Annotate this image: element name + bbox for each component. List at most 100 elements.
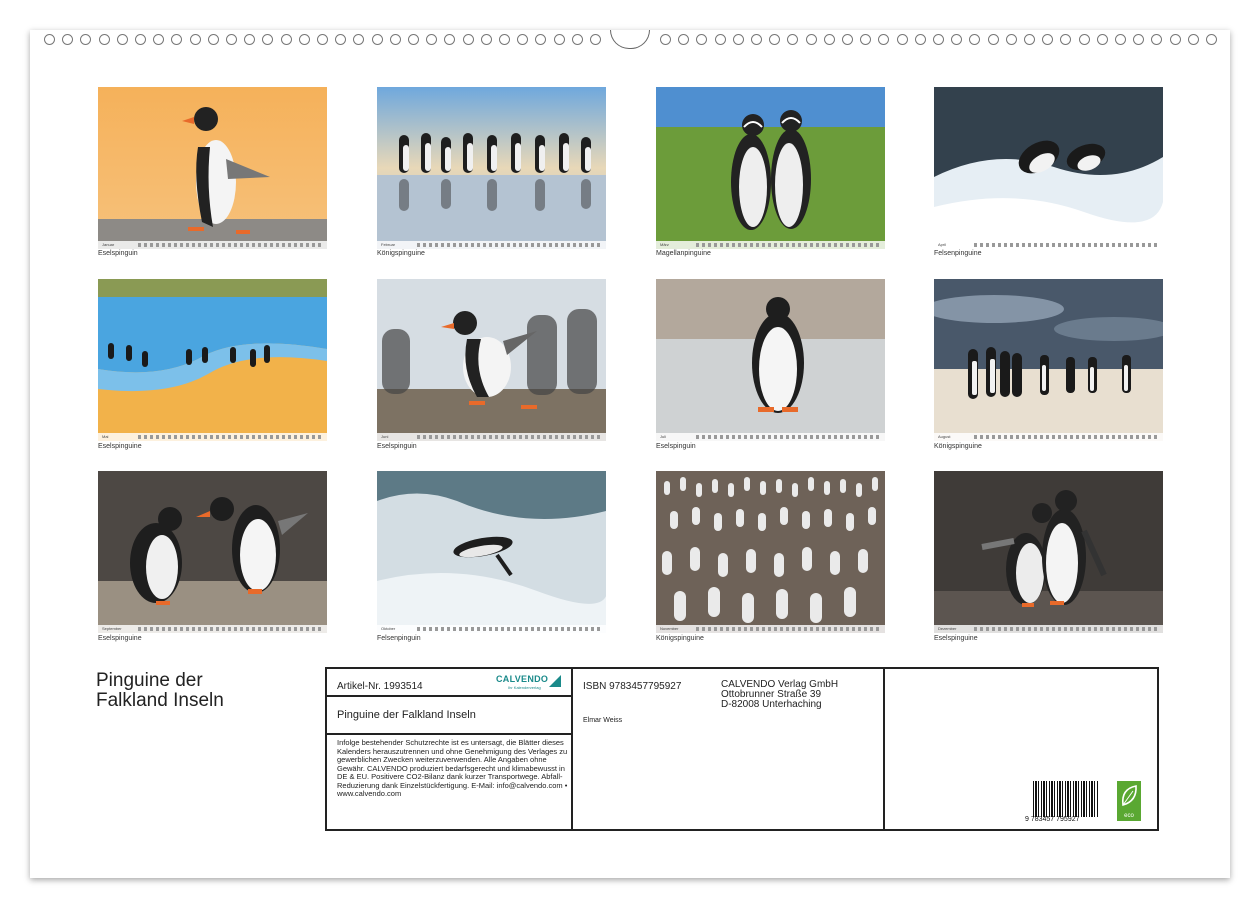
photo-february: Februar: [377, 87, 606, 249]
binding-ring: [389, 34, 401, 45]
binding-ring: [62, 34, 74, 45]
binding-ring: [987, 34, 999, 45]
binding-ring: [116, 34, 128, 45]
barcode: [1033, 781, 1099, 817]
binding-ring: [678, 34, 690, 45]
binding-ring: [1151, 34, 1163, 45]
leaf-icon: [1121, 785, 1137, 807]
binding-ring: [262, 34, 274, 45]
binding-ring: [896, 34, 908, 45]
binding-ring: [135, 34, 146, 45]
photo-january: Januar: [98, 87, 327, 249]
binding-ring: [244, 34, 256, 45]
binding-ring: [660, 34, 671, 45]
binding-ring: [298, 34, 310, 45]
binding-ring: [878, 34, 890, 45]
caption-january: Eselspinguin: [98, 250, 138, 257]
photo-september: September: [98, 471, 327, 633]
eco-badge: eco: [1117, 781, 1141, 821]
binding-ring: [553, 34, 565, 45]
photo-april: April: [934, 87, 1163, 249]
caption-december: Eselspinguine: [934, 635, 978, 642]
month-strip: Dezember: [934, 625, 1163, 633]
caption-april: Felsenpinguine: [934, 250, 982, 257]
caption-february: Königspinguine: [377, 250, 425, 257]
binding-ring: [1042, 34, 1054, 45]
caption-june: Eselspinguin: [377, 443, 417, 450]
binding-ring: [1024, 34, 1035, 45]
month-strip: Mai: [98, 433, 327, 441]
binding-ring: [860, 34, 872, 45]
author: Elmar Weiss: [583, 717, 623, 724]
binding-ring: [535, 34, 547, 45]
binding-ring: [444, 34, 456, 45]
photo-march: März: [656, 87, 885, 249]
caption-may: Eselspinguine: [98, 443, 142, 450]
article-number: Artikel-Nr. 1993514: [337, 681, 423, 692]
binding-ring: [696, 34, 708, 45]
title-line-2: Falkland Inseln: [96, 690, 224, 711]
binding-ring: [1133, 34, 1145, 45]
calvendo-logo-icon: [549, 675, 561, 687]
info-box: Artikel-Nr. 1993514 CALVENDO Ihr Kalende…: [325, 667, 1159, 831]
binding-ring: [499, 34, 510, 45]
month-strip: Juli: [656, 433, 885, 441]
binding-ring: [1005, 34, 1017, 45]
article-row: Artikel-Nr. 1993514 CALVENDO Ihr Kalende…: [327, 669, 571, 697]
info-column-article: Artikel-Nr. 1993514 CALVENDO Ihr Kalende…: [327, 669, 573, 829]
binding-ring: [714, 34, 726, 45]
month-strip: September: [98, 625, 327, 633]
binding-ring: [951, 34, 963, 45]
binding-ring: [226, 34, 237, 45]
binding-ring: [426, 34, 438, 45]
legal-text: Infolge bestehender Schutzrechte ist es …: [337, 738, 568, 798]
legal-row: Infolge bestehender Schutzrechte ist es …: [327, 735, 571, 831]
publisher-city: D-82008 Unterhaching: [721, 699, 822, 710]
binding-ring: [969, 34, 981, 45]
binding-ring: [1096, 34, 1108, 45]
month-strip: März: [656, 241, 885, 249]
binding-ring: [1060, 34, 1072, 45]
title-line-1: Pinguine der: [96, 670, 203, 691]
binding-ring: [933, 34, 944, 45]
binding-ring: [732, 34, 744, 45]
binding-ring: [189, 34, 201, 45]
eco-label: eco: [1124, 813, 1134, 819]
binding-ring: [517, 34, 529, 45]
month-strip: Oktober: [377, 625, 606, 633]
hanger-hook: [610, 30, 650, 49]
binding-ring: [44, 34, 55, 45]
binding-ring: [823, 34, 835, 45]
binding-ring: [769, 34, 781, 45]
photo-october: Oktober: [377, 471, 606, 633]
photo-may: Mai: [98, 279, 327, 441]
caption-march: Magellanpinguine: [656, 250, 711, 257]
binding-ring: [153, 34, 165, 45]
month-strip: August: [934, 433, 1163, 441]
caption-july: Eselspinguin: [656, 443, 696, 450]
info-column-isbn: ISBN 9783457795927 Elmar Weiss CALVENDO …: [573, 669, 885, 829]
caption-august: Königspinguine: [934, 443, 982, 450]
month-strip: November: [656, 625, 885, 633]
binding-ring: [280, 34, 292, 45]
binding-ring: [171, 34, 183, 45]
binding-ring: [462, 34, 474, 45]
binding-ring: [1078, 34, 1090, 45]
binding-ring: [408, 34, 419, 45]
binding-ring: [1169, 34, 1181, 45]
photo-june: Juni: [377, 279, 606, 441]
isbn: ISBN 9783457795927: [583, 681, 682, 692]
binding-ring: [842, 34, 853, 45]
caption-september: Eselspinguine: [98, 635, 142, 642]
binding-ring: [751, 34, 762, 45]
photo-august: August: [934, 279, 1163, 441]
calvendo-logo: CALVENDO: [496, 674, 549, 684]
photo-november: November: [656, 471, 885, 633]
binding-ring: [1206, 34, 1217, 45]
calvendo-tagline: Ihr Kalenderverlag: [508, 685, 541, 690]
binding-ring: [787, 34, 799, 45]
binding-ring: [353, 34, 365, 45]
month-strip: Januar: [98, 241, 327, 249]
photo-july: Juli: [656, 279, 885, 441]
month-strip: Juni: [377, 433, 606, 441]
